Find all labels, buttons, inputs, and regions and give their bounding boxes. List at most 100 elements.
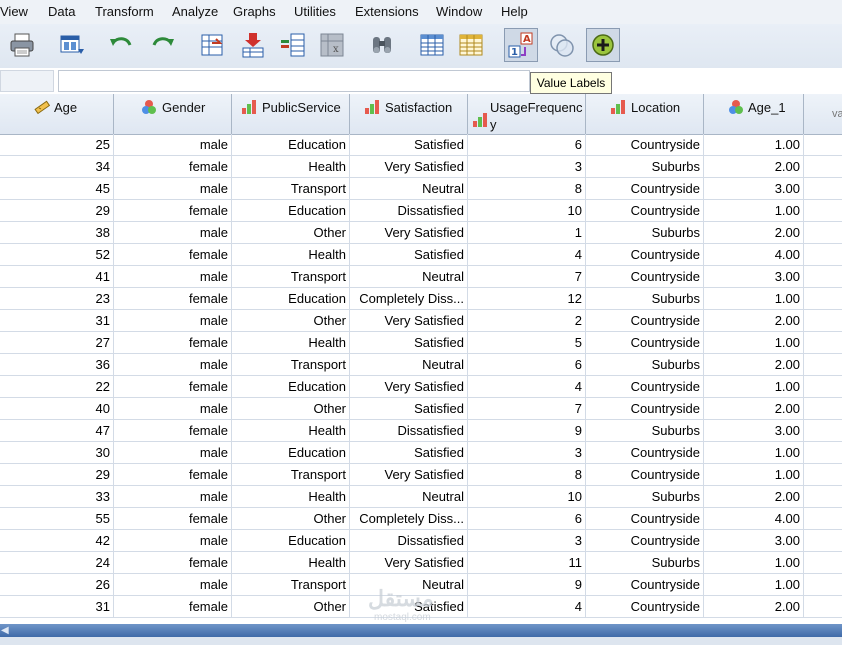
cell-publicservice[interactable]: Education: [232, 134, 350, 156]
cell-publicservice[interactable]: Other: [232, 596, 350, 618]
cell-empty[interactable]: [804, 574, 842, 596]
cell-location[interactable]: Countryside: [586, 332, 704, 354]
cell-satisfaction[interactable]: Dissatisfied: [350, 420, 468, 442]
cell-empty[interactable]: [804, 288, 842, 310]
cell-usagefrequency[interactable]: 10: [468, 486, 586, 508]
cell-age-1[interactable]: 3.00: [704, 420, 804, 442]
column-header-usagefrequency[interactable]: UsageFrequency: [468, 94, 586, 134]
cell-satisfaction[interactable]: Satisfied: [350, 442, 468, 464]
cell-location[interactable]: Countryside: [586, 376, 704, 398]
data-grid-icon[interactable]: [415, 28, 449, 62]
redo-icon[interactable]: [146, 28, 180, 62]
cell-publicservice[interactable]: Transport: [232, 178, 350, 200]
cell-usagefrequency[interactable]: 9: [468, 420, 586, 442]
cell-satisfaction[interactable]: Neutral: [350, 486, 468, 508]
menu-data[interactable]: Data: [48, 4, 75, 19]
menu-analyze[interactable]: Analyze: [172, 4, 218, 19]
cell-age[interactable]: 29: [0, 464, 114, 486]
cell-publicservice[interactable]: Other: [232, 398, 350, 420]
cell-publicservice[interactable]: Education: [232, 530, 350, 552]
cell-usagefrequency[interactable]: 7: [468, 398, 586, 420]
cell-satisfaction[interactable]: Satisfied: [350, 134, 468, 156]
scroll-left-icon[interactable]: ◀: [1, 624, 11, 637]
cell-publicservice[interactable]: Education: [232, 442, 350, 464]
cell-empty[interactable]: [804, 508, 842, 530]
cell-age-1[interactable]: 2.00: [704, 354, 804, 376]
cell-publicservice[interactable]: Health: [232, 486, 350, 508]
cell-age-1[interactable]: 1.00: [704, 464, 804, 486]
cell-age-1[interactable]: 1.00: [704, 288, 804, 310]
print-icon[interactable]: [5, 28, 39, 62]
cell-satisfaction[interactable]: Very Satisfied: [350, 222, 468, 244]
cell-satisfaction[interactable]: Very Satisfied: [350, 310, 468, 332]
cell-publicservice[interactable]: Other: [232, 310, 350, 332]
cell-age[interactable]: 25: [0, 134, 114, 156]
cell-usagefrequency[interactable]: 7: [468, 266, 586, 288]
cell-usagefrequency[interactable]: 3: [468, 530, 586, 552]
cell-age-1[interactable]: 2.00: [704, 398, 804, 420]
cell-gender[interactable]: male: [114, 134, 232, 156]
cell-location[interactable]: Suburbs: [586, 486, 704, 508]
cell-usagefrequency[interactable]: 4: [468, 244, 586, 266]
cell-gender[interactable]: male: [114, 310, 232, 332]
cell-gender[interactable]: male: [114, 266, 232, 288]
cell-gender[interactable]: male: [114, 354, 232, 376]
cell-age-1[interactable]: 1.00: [704, 332, 804, 354]
column-header-age[interactable]: Age: [0, 94, 114, 134]
cell-location[interactable]: Countryside: [586, 442, 704, 464]
cell-empty[interactable]: [804, 178, 842, 200]
cell-gender[interactable]: female: [114, 332, 232, 354]
cell-satisfaction[interactable]: Neutral: [350, 266, 468, 288]
cell-usagefrequency[interactable]: 6: [468, 354, 586, 376]
cell-publicservice[interactable]: Health: [232, 420, 350, 442]
cell-publicservice[interactable]: Other: [232, 222, 350, 244]
cell-publicservice[interactable]: Education: [232, 200, 350, 222]
cell-gender[interactable]: male: [114, 530, 232, 552]
cell-empty[interactable]: [804, 552, 842, 574]
cell-publicservice[interactable]: Transport: [232, 464, 350, 486]
cell-publicservice[interactable]: Transport: [232, 266, 350, 288]
cell-gender[interactable]: male: [114, 398, 232, 420]
add-ons-icon[interactable]: [586, 28, 620, 62]
select-cases-icon[interactable]: [454, 28, 488, 62]
cell-satisfaction[interactable]: Neutral: [350, 178, 468, 200]
cell-empty[interactable]: [804, 244, 842, 266]
cell-satisfaction[interactable]: Very Satisfied: [350, 464, 468, 486]
menu-utilities[interactable]: Utilities: [294, 4, 336, 19]
cell-age[interactable]: 23: [0, 288, 114, 310]
cell-age[interactable]: 30: [0, 442, 114, 464]
column-header-gender[interactable]: Gender: [114, 94, 232, 134]
cell-empty[interactable]: [804, 200, 842, 222]
cell-usagefrequency[interactable]: 4: [468, 376, 586, 398]
cell-gender[interactable]: female: [114, 244, 232, 266]
cell-satisfaction[interactable]: Satisfied: [350, 398, 468, 420]
cell-empty[interactable]: [804, 134, 842, 156]
cell-gender[interactable]: female: [114, 288, 232, 310]
cell-location[interactable]: Countryside: [586, 574, 704, 596]
cell-age-1[interactable]: 2.00: [704, 596, 804, 618]
cell-location[interactable]: Countryside: [586, 200, 704, 222]
cell-location[interactable]: Countryside: [586, 464, 704, 486]
column-header-satisfaction[interactable]: Satisfaction: [350, 94, 468, 134]
column-header-va[interactable]: va: [804, 94, 842, 134]
cell-age[interactable]: 42: [0, 530, 114, 552]
horizontal-scrollbar[interactable]: ◀: [0, 624, 842, 637]
cell-age[interactable]: 45: [0, 178, 114, 200]
cell-usagefrequency[interactable]: 5: [468, 332, 586, 354]
cell-usagefrequency[interactable]: 6: [468, 134, 586, 156]
cell-publicservice[interactable]: Health: [232, 156, 350, 178]
cell-gender[interactable]: male: [114, 486, 232, 508]
cell-empty[interactable]: [804, 530, 842, 552]
menu-help[interactable]: Help: [501, 4, 528, 19]
cell-usagefrequency[interactable]: 4: [468, 596, 586, 618]
cell-location[interactable]: Countryside: [586, 596, 704, 618]
menu-extensions[interactable]: Extensions: [355, 4, 419, 19]
cell-empty[interactable]: [804, 596, 842, 618]
cell-age-1[interactable]: 1.00: [704, 376, 804, 398]
cell-age[interactable]: 31: [0, 596, 114, 618]
cell-location[interactable]: Countryside: [586, 244, 704, 266]
cell-age[interactable]: 47: [0, 420, 114, 442]
cell-empty[interactable]: [804, 332, 842, 354]
cell-satisfaction[interactable]: Dissatisfied: [350, 530, 468, 552]
cell-publicservice[interactable]: Transport: [232, 354, 350, 376]
